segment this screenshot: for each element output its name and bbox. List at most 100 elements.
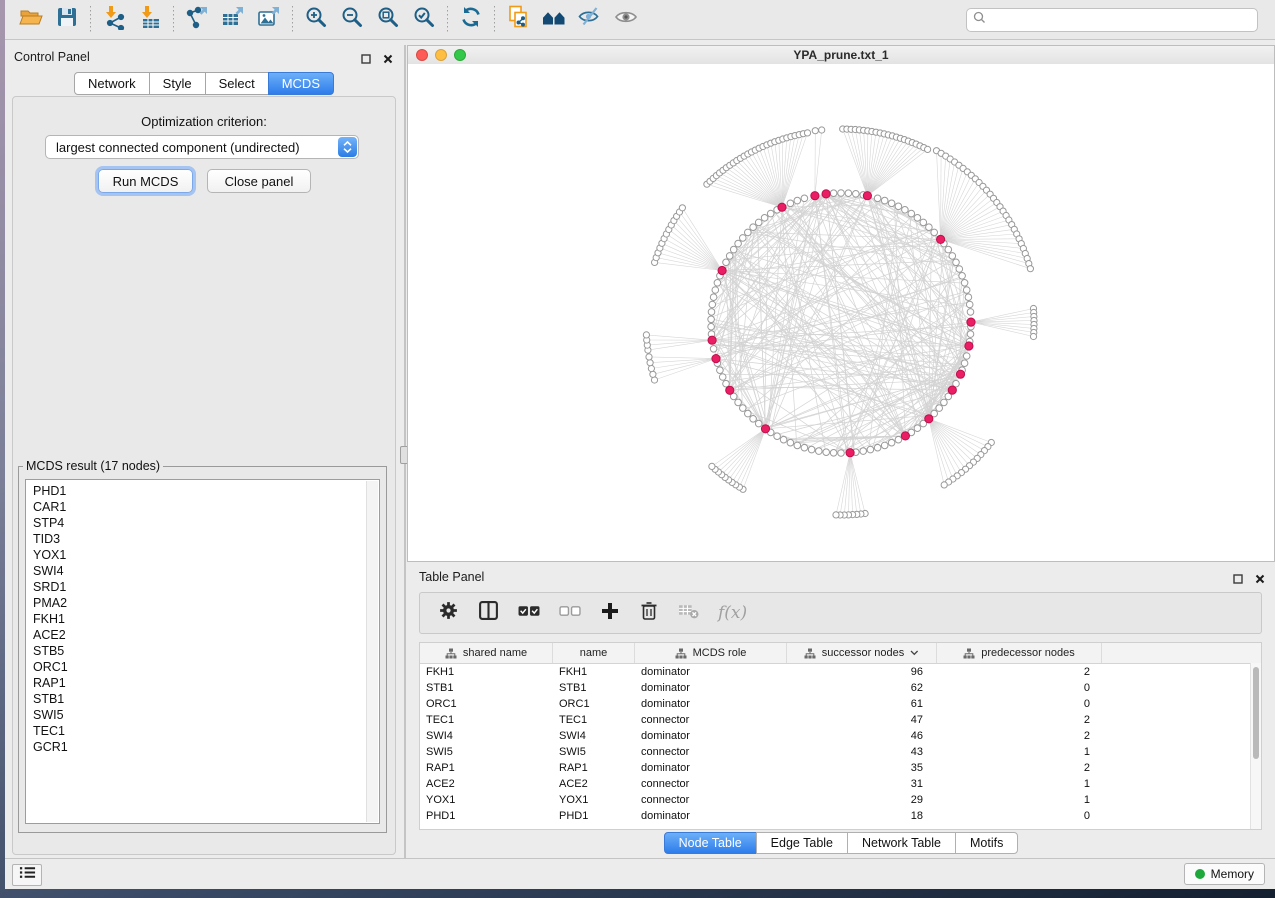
select-all-checkboxes-icon[interactable]: [518, 603, 540, 624]
scrollbar-thumb[interactable]: [1253, 667, 1259, 759]
close-panel-button[interactable]: Close panel: [207, 169, 311, 193]
refresh-button[interactable]: [453, 4, 489, 36]
list-item[interactable]: STB1: [33, 691, 379, 707]
cell-name: TEC1: [553, 712, 635, 728]
cell-predecessor-nodes: 1: [937, 792, 1102, 808]
table-panel-title: Table Panel: [419, 570, 484, 584]
list-item[interactable]: CAR1: [33, 499, 379, 515]
column-header-successor-nodes[interactable]: successor nodes: [787, 643, 937, 663]
list-item[interactable]: SWI4: [33, 563, 379, 579]
open-folder-icon: [18, 4, 44, 35]
table-row[interactable]: STB1STB1dominator620: [420, 680, 1261, 696]
table-row[interactable]: FKH1FKH1dominator962: [420, 664, 1261, 680]
table-row[interactable]: TEC1TEC1connector472: [420, 712, 1261, 728]
table-row[interactable]: SWI4SWI4dominator462: [420, 728, 1261, 744]
table-row[interactable]: ORC1ORC1dominator610: [420, 696, 1261, 712]
settings-gear-icon[interactable]: [438, 600, 459, 626]
tab-edge-table[interactable]: Edge Table: [756, 832, 848, 854]
cell-mcds-role: dominator: [635, 680, 787, 696]
open-button[interactable]: [13, 4, 49, 36]
delete-table-icon[interactable]: [678, 601, 699, 625]
first-neighbors-button[interactable]: [536, 4, 572, 36]
cell-successor-nodes: 18: [787, 808, 937, 824]
float-icon[interactable]: [361, 51, 371, 69]
column-label: predecessor nodes: [981, 647, 1075, 659]
tab-node-table[interactable]: Node Table: [664, 832, 757, 854]
export-table-button[interactable]: [215, 4, 251, 36]
memory-button[interactable]: Memory: [1184, 863, 1265, 885]
table-row[interactable]: SWI5SWI5connector431: [420, 744, 1261, 760]
save-floppy-icon: [54, 4, 80, 35]
deselect-checkboxes-icon[interactable]: [559, 603, 581, 624]
mcds-result-list[interactable]: PHD1CAR1STP4TID3YOX1SWI4SRD1PMA2FKH1ACE2…: [25, 479, 380, 824]
cell-shared-name: ACE2: [420, 776, 553, 792]
function-builder-icon[interactable]: f(x): [718, 603, 747, 623]
refresh-icon: [458, 4, 484, 35]
close-icon[interactable]: [383, 51, 393, 69]
tab-select[interactable]: Select: [205, 72, 269, 95]
hide-selected-button[interactable]: [572, 4, 608, 36]
export-image-button[interactable]: [251, 4, 287, 36]
list-item[interactable]: RAP1: [33, 675, 379, 691]
delete-column-trash-icon[interactable]: [639, 600, 659, 626]
table-row[interactable]: ACE2ACE2connector311: [420, 776, 1261, 792]
import-table-button[interactable]: [132, 4, 168, 36]
table-scrollbar[interactable]: [1250, 663, 1261, 829]
eye-icon: [613, 4, 639, 35]
run-mcds-button[interactable]: Run MCDS: [98, 169, 193, 193]
network-graph[interactable]: [408, 64, 1274, 561]
list-item[interactable]: GCR1: [33, 739, 379, 755]
criterion-dropdown[interactable]: largest connected component (undirected): [45, 135, 359, 159]
list-item[interactable]: YOX1: [33, 547, 379, 563]
list-item[interactable]: ORC1: [33, 659, 379, 675]
float-icon[interactable]: [1233, 571, 1243, 589]
network-window-titlebar[interactable]: YPA_prune.txt_1: [408, 46, 1274, 65]
table-row[interactable]: PHD1PHD1dominator180: [420, 808, 1261, 824]
table-row[interactable]: RAP1RAP1dominator352: [420, 760, 1261, 776]
tab-mcds[interactable]: MCDS: [268, 72, 334, 95]
zoom-in-button[interactable]: [298, 4, 334, 36]
zoom-out-button[interactable]: [334, 4, 370, 36]
table-tabs: Node TableEdge TableNetwork TableMotifs: [407, 832, 1275, 854]
add-column-icon[interactable]: [600, 601, 620, 626]
cell-shared-name: TEC1: [420, 712, 553, 728]
list-item[interactable]: PHD1: [33, 483, 379, 499]
column-header-mcds-role[interactable]: MCDS role: [635, 643, 787, 663]
zoom-selected-button[interactable]: [406, 4, 442, 36]
list-item[interactable]: ACE2: [33, 627, 379, 643]
save-button[interactable]: [49, 4, 85, 36]
network-canvas[interactable]: [408, 64, 1274, 561]
cell-name: YOX1: [553, 792, 635, 808]
list-item[interactable]: SWI5: [33, 707, 379, 723]
list-item[interactable]: STB5: [33, 643, 379, 659]
search-box: [966, 8, 1258, 32]
list-item[interactable]: FKH1: [33, 611, 379, 627]
zoom-fit-button[interactable]: [370, 4, 406, 36]
close-icon[interactable]: [1255, 571, 1265, 589]
column-header-shared-name[interactable]: shared name: [420, 643, 553, 663]
list-item[interactable]: TEC1: [33, 723, 379, 739]
list-item[interactable]: SRD1: [33, 579, 379, 595]
split-view-icon[interactable]: [478, 600, 499, 626]
tab-network[interactable]: Network: [74, 72, 150, 95]
column-header-name[interactable]: name: [553, 643, 635, 663]
list-item[interactable]: STP4: [33, 515, 379, 531]
tab-network-table[interactable]: Network Table: [847, 832, 956, 854]
column-label: name: [580, 647, 608, 659]
list-item[interactable]: PMA2: [33, 595, 379, 611]
import-network-button[interactable]: [96, 4, 132, 36]
clone-network-button[interactable]: [500, 4, 536, 36]
toolbar-separator: [494, 6, 495, 34]
tab-motifs[interactable]: Motifs: [955, 832, 1018, 854]
export-network-button[interactable]: [179, 4, 215, 36]
cell-name: PHD1: [553, 808, 635, 824]
cell-predecessor-nodes: 0: [937, 680, 1102, 696]
show-all-button[interactable]: [608, 4, 644, 36]
list-item[interactable]: TID3: [33, 531, 379, 547]
search-input[interactable]: [991, 12, 1251, 28]
list-scrollbar[interactable]: [366, 481, 378, 822]
table-row[interactable]: YOX1YOX1connector291: [420, 792, 1261, 808]
column-header-predecessor-nodes[interactable]: predecessor nodes: [937, 643, 1102, 663]
task-history-button[interactable]: [12, 864, 42, 886]
tab-style[interactable]: Style: [149, 72, 206, 95]
